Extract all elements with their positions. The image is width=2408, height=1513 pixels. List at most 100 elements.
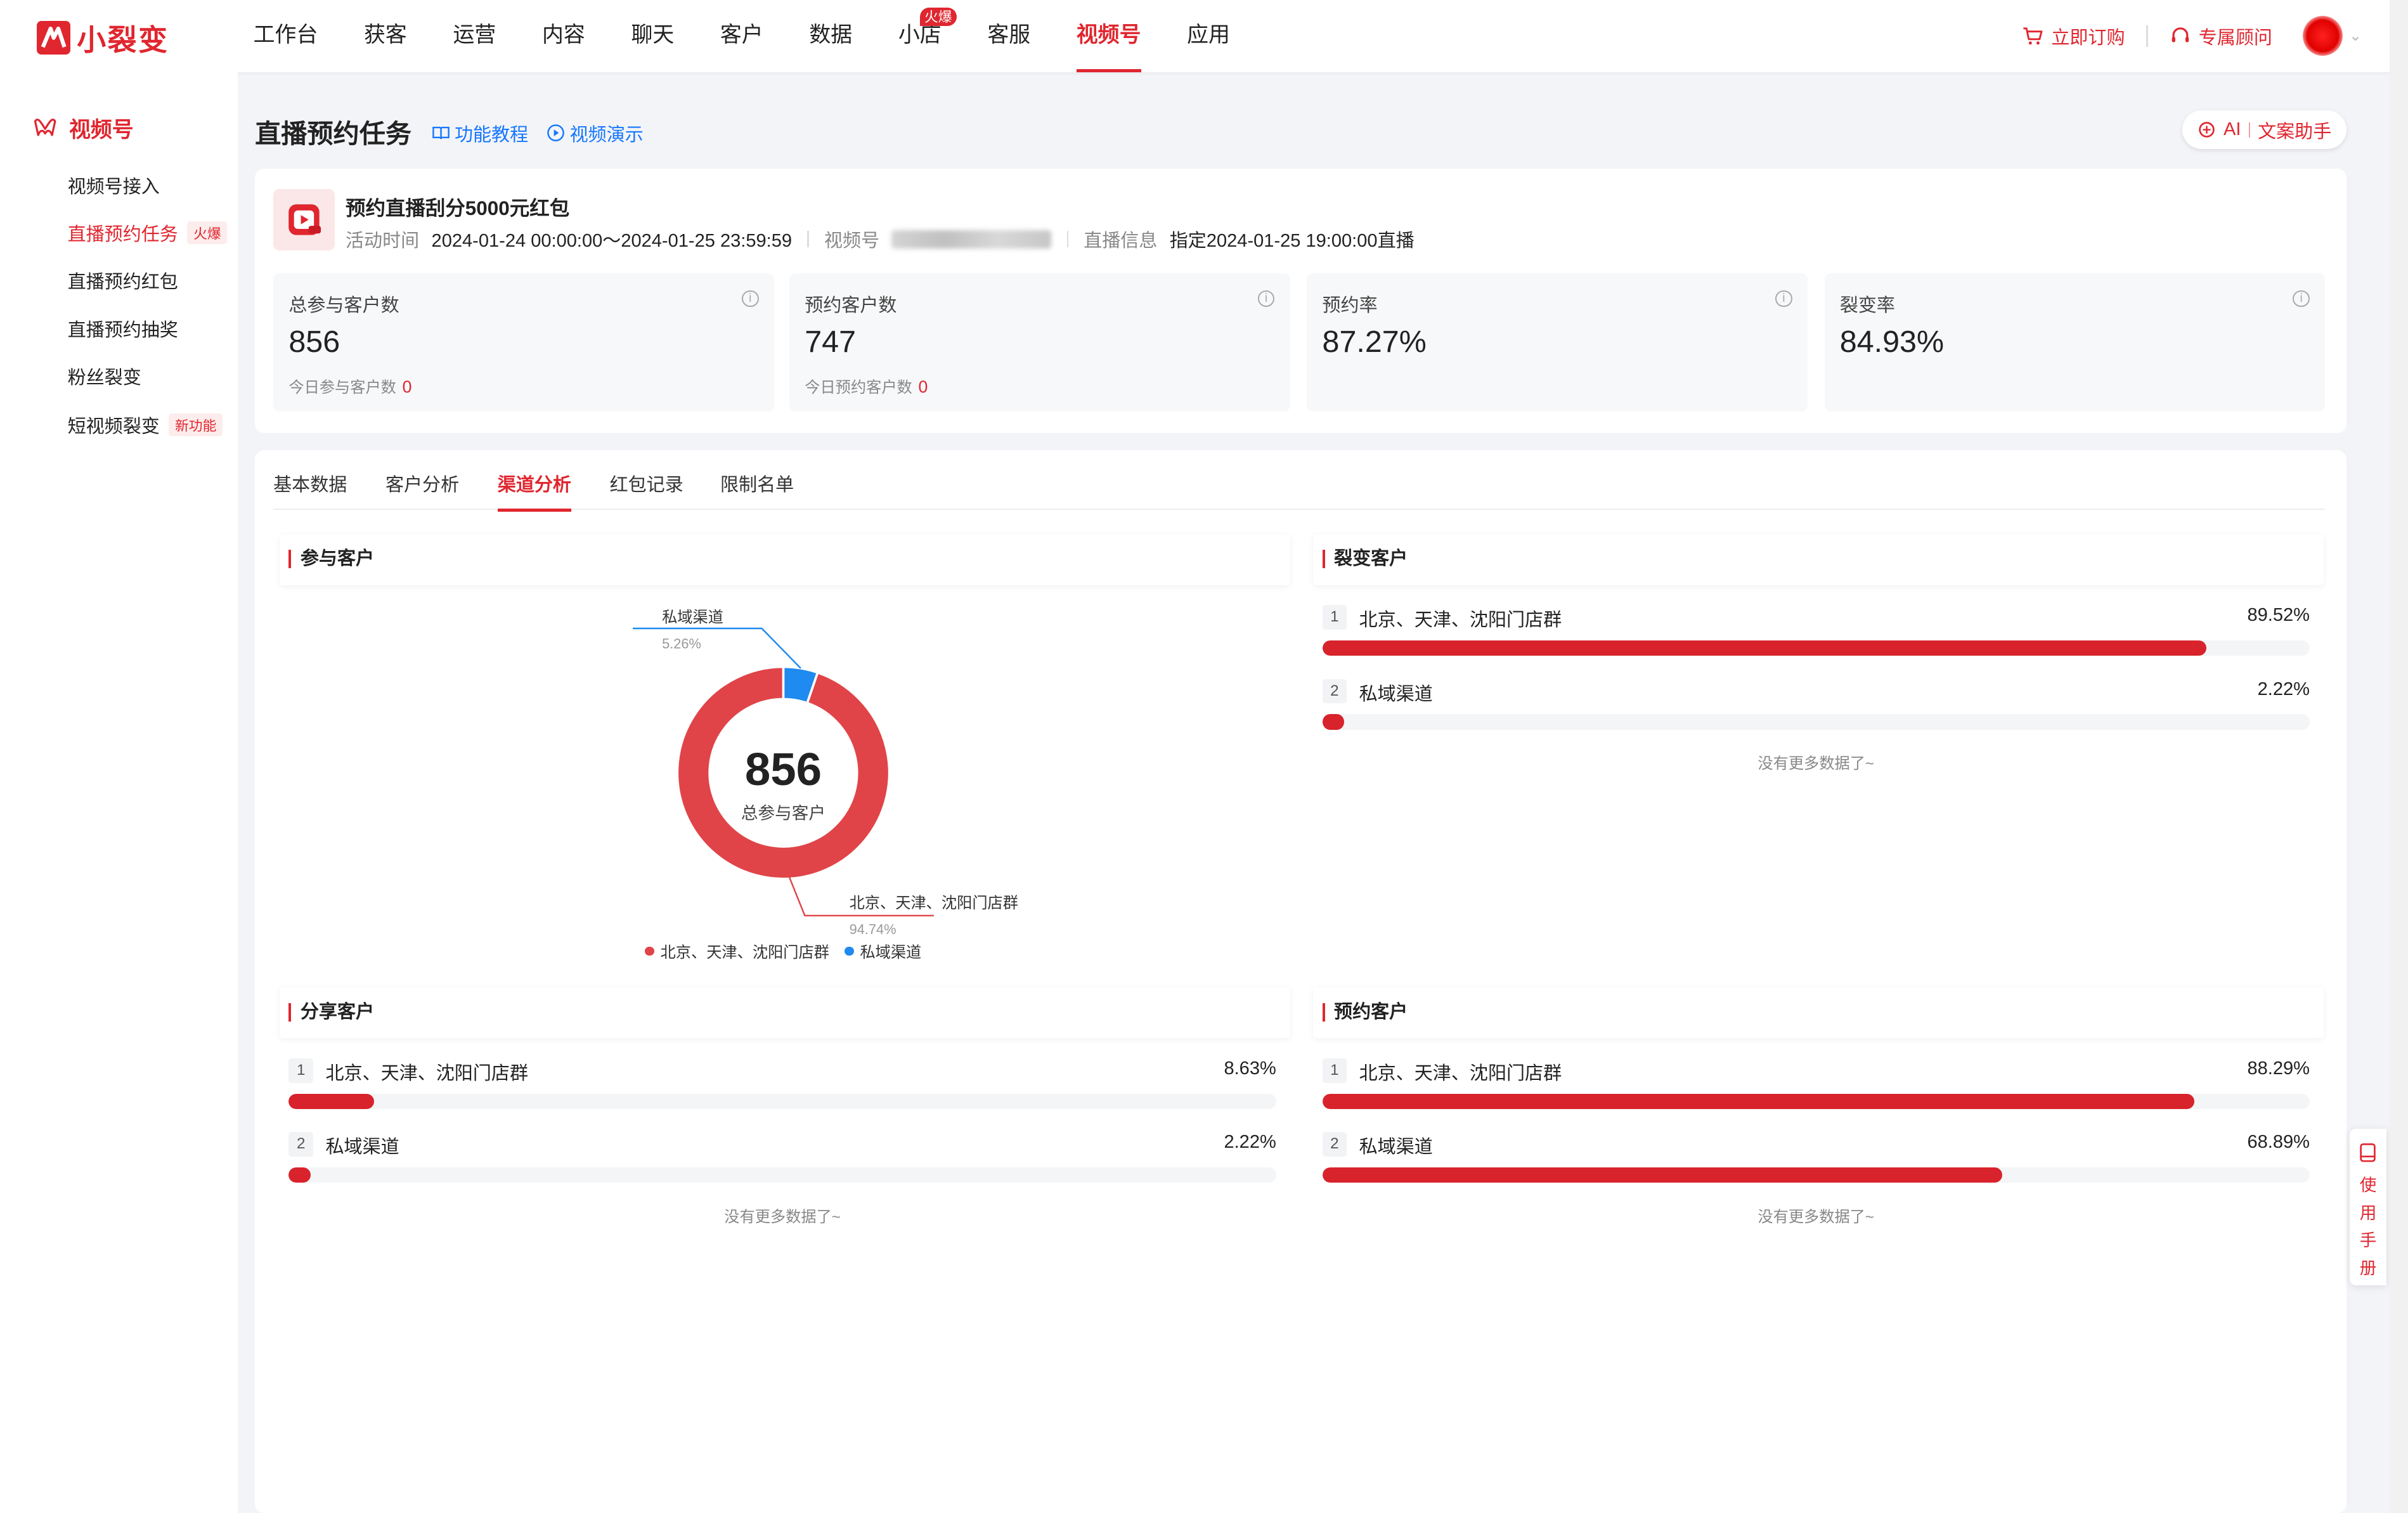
sidebar-item-label: 直播预约红包 xyxy=(67,272,178,293)
channel-name: 私域渠道 xyxy=(1359,684,1433,705)
channel-name: 北京、天津、沈阳门店群 xyxy=(1359,610,1562,631)
nav-item-service[interactable]: 客服 xyxy=(987,0,1030,72)
user-avatar[interactable] xyxy=(2303,16,2343,56)
nav-item-shop-label: 小店 xyxy=(898,23,942,47)
manual-char: 使 xyxy=(2359,1176,2377,1195)
manual-char: 册 xyxy=(2359,1258,2377,1278)
list-item: 1 北京、天津、沈阳门店群 89.52% xyxy=(1322,601,2310,631)
panel-title: 预约客户 xyxy=(1322,1003,1408,1022)
slice-percentage: 5.26% xyxy=(662,635,701,651)
brand-logo[interactable]: 小裂变 xyxy=(37,17,169,59)
analysis-tabs: 基本数据 客户分析 渠道分析 红包记录 限制名单 xyxy=(273,470,2326,512)
activity-time-label: 活动时间 xyxy=(345,231,420,252)
panel-header-share: 分享客户 xyxy=(279,987,1290,1039)
tutorial-link[interactable]: 功能教程 xyxy=(432,120,528,146)
sidebar-item-label: 直播预约任务 xyxy=(67,224,178,245)
rank-number: 1 xyxy=(1322,605,1347,630)
chart-legend: 北京、天津、沈阳门店群 私域渠道 xyxy=(645,940,921,962)
advisor-link[interactable]: 专属顾问 xyxy=(2170,23,2272,49)
chevron-down-icon[interactable]: ⌄ xyxy=(2349,27,2362,45)
main-nav: 工作台 获客 运营 内容 聊天 客户 数据 小店 火爆 客服 视频号 应用 xyxy=(254,0,1276,72)
stat-label: 裂变率 xyxy=(1839,295,1895,316)
nav-item-operations[interactable]: 运营 xyxy=(453,0,496,72)
ai-label: AI xyxy=(2223,119,2241,140)
legend-item[interactable]: 北京、天津、沈阳门店群 xyxy=(645,940,829,962)
no-more-data-text: 没有更多数据了~ xyxy=(1757,755,1875,773)
channel-percentage: 68.89% xyxy=(2247,1132,2310,1153)
app-window: 小裂变 工作台 获客 运营 内容 聊天 客户 数据 小店 火爆 客服 视频号 应… xyxy=(0,0,2408,1513)
no-more-data-text: 没有更多数据了~ xyxy=(724,1209,841,1226)
sidebar-item-short-video-fission[interactable]: 短视频裂变 新功能 xyxy=(68,412,223,438)
sidebar-item-live-reservation-lottery[interactable]: 直播预约抽奖 xyxy=(68,315,178,342)
tab-restriction-list[interactable]: 限制名单 xyxy=(720,470,794,510)
info-icon[interactable]: i xyxy=(2293,290,2310,308)
activity-summary-card: 预约直播刮分5000元红包 活动时间 2024-01-24 00:00:00～2… xyxy=(255,169,2347,434)
subscribe-link[interactable]: 立即订购 xyxy=(2022,23,2125,49)
video-demo-link[interactable]: 视频演示 xyxy=(547,120,644,146)
nav-item-content[interactable]: 内容 xyxy=(542,0,585,72)
nav-item-chat[interactable]: 聊天 xyxy=(631,0,674,72)
sidebar-item-live-reservation-task[interactable]: 直播预约任务 火爆 xyxy=(68,219,228,246)
info-icon[interactable]: i xyxy=(1775,290,1792,308)
list-item: 2 私域渠道 2.22% xyxy=(288,1127,1276,1158)
list-item: 1 北京、天津、沈阳门店群 8.63% xyxy=(288,1054,1276,1084)
legend-item[interactable]: 私域渠道 xyxy=(845,940,921,962)
nav-item-customers[interactable]: 客户 xyxy=(720,0,763,72)
ai-copywriting-button[interactable]: AI 文案助手 xyxy=(2182,110,2347,149)
info-icon[interactable]: i xyxy=(1257,290,1275,308)
nav-item-acquire[interactable]: 获客 xyxy=(364,0,407,72)
manual-book-icon xyxy=(2360,1143,2376,1162)
progress-bar-fill xyxy=(288,1167,311,1183)
channel-percentage: 88.29% xyxy=(2247,1058,2310,1079)
channel-percentage: 8.63% xyxy=(1224,1058,1276,1079)
channel-name: 私域渠道 xyxy=(1359,1137,1433,1158)
brand-logo-icon xyxy=(37,21,71,55)
stat-sub: 今日参与客户数 0 xyxy=(288,375,411,397)
play-circle-icon xyxy=(547,124,565,142)
nav-item-apps[interactable]: 应用 xyxy=(1187,0,1230,72)
info-icon[interactable]: i xyxy=(741,290,759,308)
sidebar-item-channel-access[interactable]: 视频号接入 xyxy=(68,172,160,198)
sidebar-item-fan-fission[interactable]: 粉丝裂变 xyxy=(68,363,141,389)
sidebar-heading-label: 视频号 xyxy=(68,117,134,142)
channel-label: 视频号 xyxy=(824,231,880,252)
activity-time-value: 2024-01-24 00:00:00～2024-01-25 23:59:59 xyxy=(431,231,793,252)
stat-sub-label: 今日参与客户数 xyxy=(288,379,396,396)
page-title: 直播预约任务 xyxy=(255,119,412,148)
live-info-label: 直播信息 xyxy=(1084,231,1158,252)
stat-value: 747 xyxy=(805,325,857,360)
donut-center-label: 总参与客户 xyxy=(741,803,825,822)
tab-channel-analysis[interactable]: 渠道分析 xyxy=(497,470,571,512)
progress-bar-fill xyxy=(1322,714,1345,730)
list-item: 2 私域渠道 2.22% xyxy=(1322,674,2310,705)
sidebar-item-label: 短视频裂变 xyxy=(67,417,160,438)
stat-card-reserved-customers: 预约客户数 i 747 今日预约客户数 0 xyxy=(789,273,1290,412)
sidebar-item-live-reservation-redpacket[interactable]: 直播预约红包 xyxy=(68,267,178,294)
tab-redpacket-records[interactable]: 红包记录 xyxy=(610,470,683,510)
subscribe-label: 立即订购 xyxy=(2051,27,2125,48)
live-video-icon xyxy=(288,204,321,235)
sidebar-item-label: 视频号接入 xyxy=(67,177,160,198)
nav-item-channels[interactable]: 视频号 xyxy=(1076,0,1141,72)
progress-bar xyxy=(288,1093,1276,1109)
divider xyxy=(2146,25,2148,47)
page-scrollbar[interactable] xyxy=(2389,0,2408,1513)
stat-label: 预约客户数 xyxy=(805,295,897,316)
rank-number: 1 xyxy=(288,1058,314,1083)
rank-number: 1 xyxy=(1322,1058,1347,1083)
legend-dot xyxy=(645,946,654,956)
nav-item-shop[interactable]: 小店 火爆 xyxy=(898,0,957,72)
user-manual-button[interactable]: 使用手册 xyxy=(2349,1129,2387,1286)
nav-item-data[interactable]: 数据 xyxy=(809,0,852,72)
tab-basic-data[interactable]: 基本数据 xyxy=(273,470,347,510)
rank-number: 2 xyxy=(1322,1132,1347,1157)
stat-value: 856 xyxy=(288,325,340,360)
panel-title: 裂变客户 xyxy=(1322,550,1408,569)
progress-bar xyxy=(1322,1093,2310,1109)
divider xyxy=(1066,230,1068,248)
tab-customer-analysis[interactable]: 客户分析 xyxy=(385,470,459,510)
donut-center-value: 856 xyxy=(745,744,822,795)
nav-item-workbench[interactable]: 工作台 xyxy=(254,0,318,72)
channel-percentage: 2.22% xyxy=(2257,679,2310,699)
activity-thumbnail xyxy=(273,188,335,250)
